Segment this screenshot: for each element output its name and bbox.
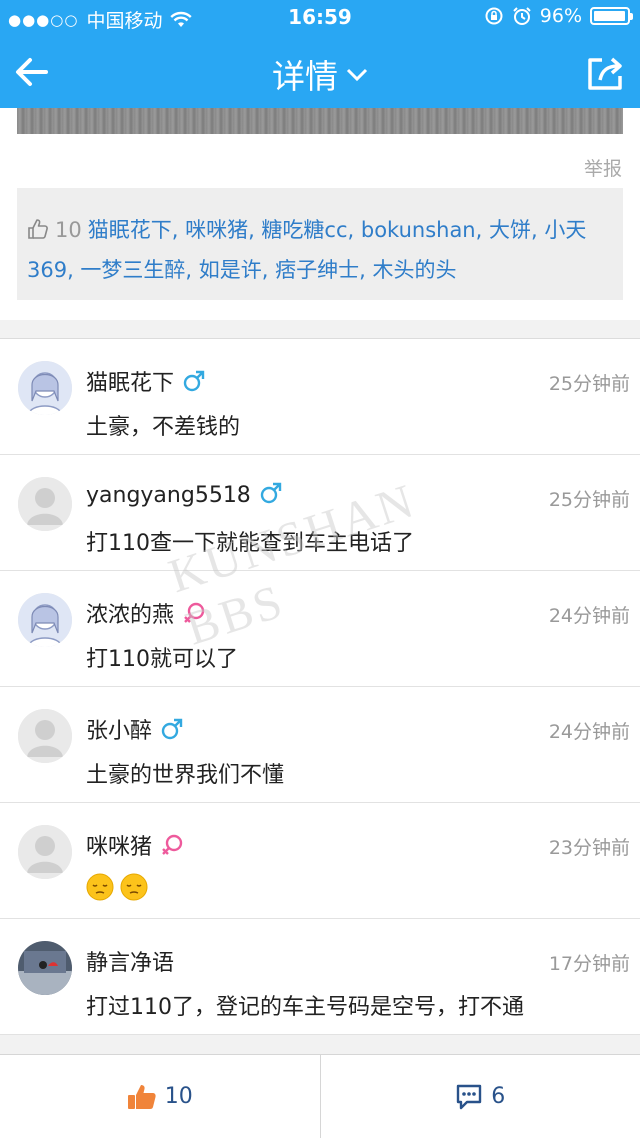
battery-percent: 96% bbox=[539, 5, 582, 27]
user-avatar[interactable] bbox=[18, 593, 72, 647]
like-button[interactable]: 10 bbox=[0, 1055, 320, 1138]
likes-summary: 10 猫眠花下, 咪咪猪, 糖吃糖cc, bokunshan, 大饼, 小天369… bbox=[17, 188, 623, 300]
comment-button[interactable]: 6 bbox=[319, 1055, 640, 1138]
user-name[interactable]: 张小醉 bbox=[86, 719, 152, 744]
chevron-down-icon bbox=[346, 68, 368, 82]
page-title: 详情 bbox=[272, 57, 338, 96]
male-icon bbox=[260, 482, 282, 504]
comment-bubble-icon bbox=[457, 1084, 482, 1109]
comment-time: 25分钟前 bbox=[548, 373, 630, 395]
comment-time: 25分钟前 bbox=[548, 489, 630, 511]
comment-item[interactable]: 浓浓的燕 24分钟前 打110就可以了 bbox=[0, 571, 640, 687]
male-icon bbox=[183, 370, 205, 392]
male-icon bbox=[161, 718, 183, 740]
likes-count: 10 bbox=[55, 218, 82, 242]
post-image[interactable] bbox=[17, 108, 623, 134]
user-name[interactable]: yangyang5518 bbox=[86, 483, 251, 508]
comment-text: 打过110了，登记的车主号码是空号，打不通 bbox=[86, 995, 524, 1020]
like-count: 10 bbox=[164, 1084, 193, 1109]
comment-item[interactable]: 猫眠花下 25分钟前 土豪，不差钱的 bbox=[0, 339, 640, 455]
comment-item[interactable]: 咪咪猪 23分钟前 bbox=[0, 803, 640, 919]
share-icon[interactable] bbox=[584, 50, 628, 94]
navigation-bar: 详情 bbox=[0, 36, 640, 108]
default-avatar-icon[interactable] bbox=[18, 825, 72, 879]
comment-text: 土豪，不差钱的 bbox=[86, 415, 241, 440]
comment-time: 17分钟前 bbox=[548, 953, 630, 975]
comment-count: 6 bbox=[491, 1084, 506, 1109]
default-avatar-icon[interactable] bbox=[18, 477, 72, 531]
comment-item[interactable]: yangyang5518 25分钟前 打110查一下就能查到车主电话了 bbox=[0, 455, 640, 571]
bottom-action-bar: 10 6 bbox=[0, 1054, 640, 1138]
user-avatar[interactable] bbox=[18, 361, 72, 415]
user-name[interactable]: 咪咪猪 bbox=[86, 835, 152, 860]
battery-fill bbox=[594, 11, 625, 21]
comment-item[interactable]: 静言净语 17分钟前 打过110了，登记的车主号码是空号，打不通 bbox=[0, 919, 640, 1035]
status-bar: ●●●○○ 中国移动 16:59 96% bbox=[0, 0, 640, 36]
comment-time: 24分钟前 bbox=[548, 605, 630, 627]
female-icon bbox=[184, 602, 205, 623]
comment-time: 24分钟前 bbox=[548, 721, 630, 743]
comment-text: 土豪的世界我们不懂 bbox=[86, 763, 285, 788]
comment-list: 猫眠花下 25分钟前 土豪，不差钱的 yangyang5518 25分钟前 打1… bbox=[0, 338, 640, 1035]
likers-list[interactable]: 猫眠花下, 咪咪猪, 糖吃糖cc, bokunshan, 大饼, 小天369, … bbox=[27, 218, 586, 282]
female-icon bbox=[162, 834, 183, 855]
report-link[interactable]: 举报 bbox=[584, 154, 622, 181]
alarm-icon bbox=[513, 7, 531, 25]
thumbs-up-icon bbox=[127, 1084, 156, 1109]
comment-text: 打110查一下就能查到车主电话了 bbox=[86, 531, 414, 556]
user-avatar[interactable] bbox=[18, 941, 72, 995]
rotation-lock-icon bbox=[485, 7, 503, 25]
user-name[interactable]: 猫眠花下 bbox=[86, 371, 174, 396]
user-name[interactable]: 浓浓的燕 bbox=[86, 603, 174, 628]
default-avatar-icon[interactable] bbox=[18, 709, 72, 763]
user-name[interactable]: 静言净语 bbox=[86, 951, 174, 976]
comment-item[interactable]: 张小醉 24分钟前 土豪的世界我们不懂 bbox=[0, 687, 640, 803]
comment-emojis bbox=[86, 873, 154, 901]
sleepy-face-emoji bbox=[86, 873, 114, 901]
thumbs-up-icon bbox=[28, 219, 48, 239]
comment-time: 23分钟前 bbox=[548, 837, 630, 859]
post-detail-card: 举报 10 猫眠花下, 咪咪猪, 糖吃糖cc, bokunshan, 大饼, 小天… bbox=[0, 108, 640, 320]
comment-text: 打110就可以了 bbox=[86, 647, 238, 672]
sleepy-face-emoji bbox=[120, 873, 148, 901]
battery-icon bbox=[590, 7, 633, 25]
page-title-dropdown[interactable]: 详情 bbox=[0, 50, 640, 98]
